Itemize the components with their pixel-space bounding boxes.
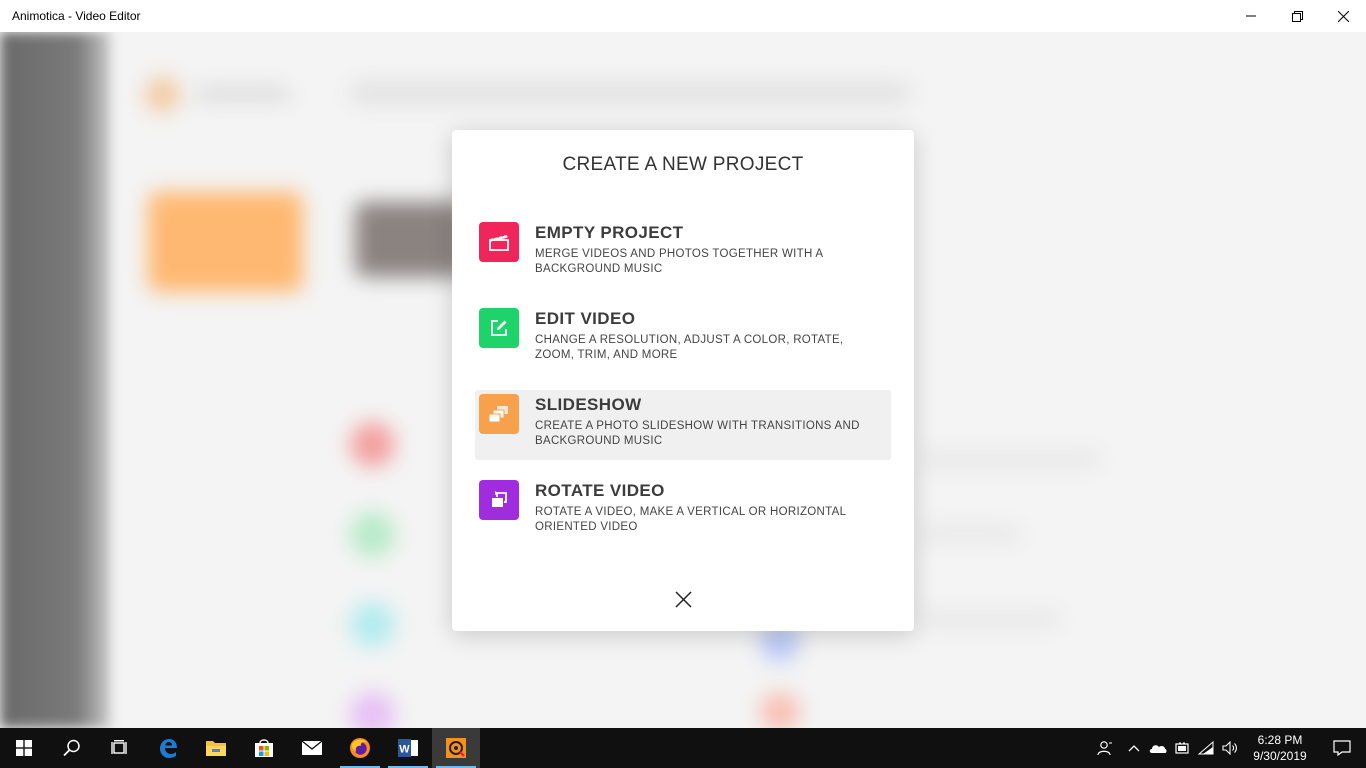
chevron-up-icon <box>1128 745 1140 752</box>
people-icon <box>1097 741 1112 756</box>
edge-icon <box>160 739 177 758</box>
minimize-icon <box>1246 15 1256 17</box>
show-hidden-icons-button[interactable] <box>1122 728 1146 768</box>
svg-text:W: W <box>399 744 410 756</box>
taskbar-mail[interactable] <box>288 728 336 768</box>
clock-time: 6:28 PM <box>1257 733 1303 747</box>
blurred-text-row <box>920 612 1060 626</box>
store-icon <box>255 739 273 757</box>
option-title: EMPTY PROJECT <box>535 223 684 242</box>
taskbar-animotica[interactable] <box>432 728 480 768</box>
taskbar-store[interactable] <box>240 728 288 768</box>
option-title: ROTATE VIDEO <box>535 481 665 500</box>
option-description: CHANGE A RESOLUTION, ADJUST A COLOR, ROT… <box>535 334 844 361</box>
firefox-icon <box>350 738 370 758</box>
minimize-button[interactable] <box>1228 0 1274 32</box>
taskbar-file-explorer[interactable] <box>192 728 240 768</box>
system-tray: 6:28 PM 9/30/2019 <box>1088 728 1366 768</box>
blurred-header-text <box>195 87 290 101</box>
edit-icon <box>479 308 519 348</box>
action-center-button[interactable] <box>1318 728 1366 768</box>
dialog-title: CREATE A NEW PROJECT <box>562 154 804 175</box>
option-title: EDIT VIDEO <box>535 309 636 328</box>
blurred-orange-card <box>148 192 303 292</box>
taskbar: W 6:28 PM 9/30/2019 <box>0 728 1366 768</box>
taskbar-firefox[interactable] <box>336 728 384 768</box>
close-icon <box>1337 10 1349 22</box>
search-icon <box>63 739 80 757</box>
onedrive-button[interactable] <box>1146 728 1170 768</box>
restore-button[interactable] <box>1274 0 1320 32</box>
task-view-icon <box>111 740 127 754</box>
animotica-icon <box>446 738 466 758</box>
option-description: ROTATE A VIDEO, MAKE A VERTICAL OR HORIZ… <box>535 506 846 533</box>
blurred-red-dot <box>350 422 395 467</box>
blurred-green-dot <box>350 512 395 557</box>
start-button[interactable] <box>0 728 48 768</box>
blurred-thumbnail <box>355 202 465 277</box>
edit-video-option[interactable]: EDIT VIDEO CHANGE A RESOLUTION, ADJUST A… <box>475 306 891 376</box>
start-icon <box>16 740 32 756</box>
mail-icon <box>301 740 323 755</box>
restore-icon <box>1291 10 1303 22</box>
option-title: SLIDESHOW <box>535 395 642 414</box>
rotate-icon <box>479 480 519 520</box>
taskbar-edge[interactable] <box>144 728 192 768</box>
volume-button[interactable] <box>1218 728 1242 768</box>
network-button[interactable] <box>1194 728 1218 768</box>
blurred-salmon-dot <box>760 692 800 728</box>
blurred-purple-dot <box>350 692 395 728</box>
option-description: MERGE VIDEOS AND PHOTOS TOGETHER WITH A … <box>535 248 823 275</box>
blurred-text-row <box>920 452 1100 466</box>
title-bar: Animotica - Video Editor <box>0 0 1366 32</box>
file-explorer-icon <box>206 741 226 756</box>
battery-button[interactable] <box>1170 728 1194 768</box>
rotate-video-option[interactable]: ROTATE VIDEO ROTATE A VIDEO, MAKE A VERT… <box>475 478 891 548</box>
wifi-icon <box>1198 741 1214 755</box>
close-window-button[interactable] <box>1320 0 1366 32</box>
blurred-text-row <box>920 527 1020 541</box>
clock-date: 9/30/2019 <box>1253 749 1307 763</box>
taskbar-clock[interactable]: 6:28 PM 9/30/2019 <box>1242 732 1318 764</box>
option-description: CREATE A PHOTO SLIDESHOW WITH TRANSITION… <box>535 420 860 447</box>
people-button[interactable] <box>1088 728 1122 768</box>
slideshow-option[interactable]: SLIDESHOW CREATE A PHOTO SLIDESHOW WITH … <box>475 390 891 460</box>
battery-icon <box>1175 742 1189 754</box>
close-dialog-button[interactable] <box>669 585 697 613</box>
window-title: Animotica - Video Editor <box>12 9 141 23</box>
volume-icon <box>1222 741 1237 755</box>
blurred-cyan-dot <box>350 602 395 647</box>
onedrive-icon <box>1149 745 1167 753</box>
blurred-logo <box>145 77 180 112</box>
blurred-sidebar <box>0 32 110 728</box>
empty-project-option[interactable]: EMPTY PROJECT MERGE VIDEOS AND PHOTOS TO… <box>475 220 891 290</box>
task-view-button[interactable] <box>96 728 144 768</box>
search-button[interactable] <box>48 728 96 768</box>
blurred-top-bar <box>350 82 910 104</box>
word-icon: W <box>398 739 418 757</box>
create-project-dialog: CREATE A NEW PROJECT EMPTY PROJECT MERGE… <box>452 130 914 631</box>
action-center-icon <box>1333 740 1351 756</box>
taskbar-word[interactable]: W <box>384 728 432 768</box>
close-icon <box>674 590 692 608</box>
clapperboard-icon <box>479 222 519 262</box>
slides-icon <box>479 394 519 434</box>
